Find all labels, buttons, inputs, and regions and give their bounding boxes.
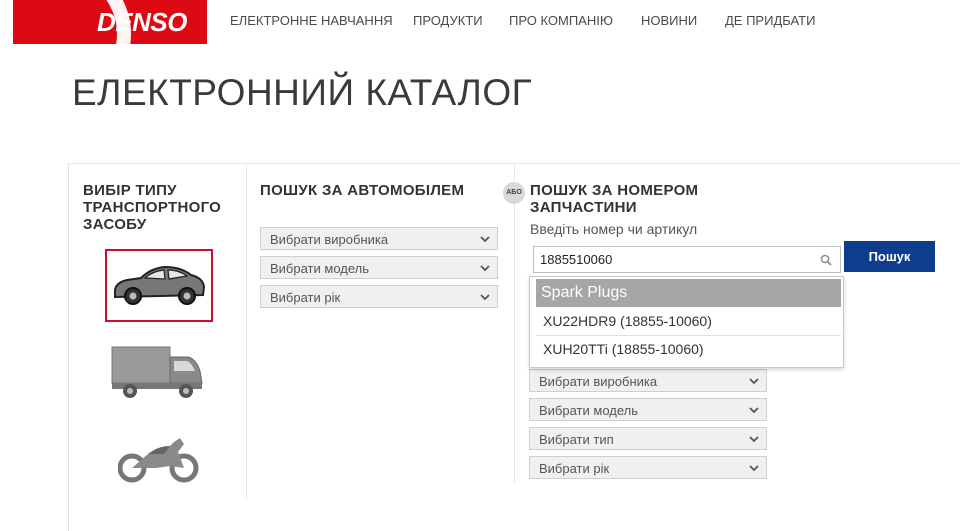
search-button[interactable]: Пошук (844, 241, 935, 272)
chevron-down-icon (749, 407, 759, 414)
nav-e-learning[interactable]: ЕЛЕКТРОННЕ НАВЧАННЯ (230, 13, 393, 31)
vehicle-option-truck[interactable] (108, 343, 208, 403)
select-label: Вибрати виробника (539, 374, 658, 389)
lower-year-select[interactable]: Вибрати рік (529, 456, 767, 479)
truck-icon (111, 346, 203, 398)
chevron-down-icon (480, 294, 490, 301)
select-label: Вибрати виробника (270, 232, 389, 247)
chevron-down-icon (749, 436, 759, 443)
dropdown-item[interactable]: XU22HDR9 (18855-10060) (543, 313, 712, 329)
heading-line: ЗАПЧАСТИНИ (530, 199, 637, 216)
dropdown-divider (536, 335, 841, 336)
select-label: Вибрати модель (270, 261, 370, 276)
column-divider (514, 163, 515, 483)
or-badge: АБО (503, 182, 525, 204)
lower-model-select[interactable]: Вибрати модель (529, 398, 767, 421)
car-year-select[interactable]: Вибрати рік (260, 285, 498, 308)
lower-type-select[interactable]: Вибрати тип (529, 427, 767, 450)
select-label: Вибрати рік (539, 461, 610, 476)
chevron-down-icon (749, 465, 759, 472)
car-search-heading: ПОШУК ЗА АВТОМОБІЛЕМ (260, 182, 465, 199)
vehicle-type-heading: ВИБІР ТИПУ ТРАНСПОРТНОГО ЗАСОБУ (83, 182, 221, 233)
heading-line: ПОШУК ЗА НОМЕРОМ (530, 182, 699, 199)
select-label: Вибрати модель (539, 403, 639, 418)
column-divider (246, 163, 247, 498)
logo-swoosh-inner (13, 0, 93, 44)
part-search-heading: ПОШУК ЗА НОМЕРОМ ЗАПЧАСТИНИ (530, 182, 698, 216)
vehicle-option-car[interactable] (105, 249, 213, 322)
chevron-down-icon (749, 378, 759, 385)
denso-logo[interactable]: DENSO (13, 0, 207, 44)
heading-line: ЗАСОБУ (83, 216, 147, 233)
nav-about[interactable]: ПРО КОМПАНІЮ (509, 13, 613, 31)
nav-news[interactable]: НОВИНИ (641, 13, 697, 31)
car-icon (113, 265, 206, 305)
input-value: 1885510060 (540, 252, 613, 267)
heading-line: ТРАНСПОРТНОГО (83, 199, 222, 216)
lower-manufacturer-select[interactable]: Вибрати виробника (529, 369, 767, 392)
car-manufacturer-select[interactable]: Вибрати виробника (260, 227, 498, 250)
search-icon (820, 254, 832, 266)
nav-where-to-buy[interactable]: ДЕ ПРИДБАТИ (725, 13, 815, 31)
dropdown-item[interactable]: XUH20TTi (18855-10060) (543, 341, 704, 357)
select-label: Вибрати рік (270, 290, 341, 305)
motorcycle-icon (117, 438, 199, 483)
panel-left-border (68, 163, 69, 531)
car-model-select[interactable]: Вибрати модель (260, 256, 498, 279)
autocomplete-dropdown: Spark Plugs XU22HDR9 (18855-10060) XUH20… (529, 276, 844, 368)
part-search-hint: Введіть номер чи артикул (530, 221, 698, 237)
vehicle-option-motorcycle[interactable] (117, 432, 200, 484)
heading-line: ВИБІР ТИПУ (83, 182, 177, 199)
chevron-down-icon (480, 236, 490, 243)
select-label: Вибрати тип (539, 432, 614, 447)
nav-products[interactable]: ПРОДУКТИ (413, 13, 483, 31)
chevron-down-icon (480, 265, 490, 272)
dropdown-group-header: Spark Plugs (536, 279, 841, 307)
page-title: ЕЛЕКТРОННИЙ КАТАЛОГ (72, 72, 533, 113)
logo-text: DENSO (97, 7, 187, 37)
part-number-input[interactable]: 1885510060 (533, 246, 841, 273)
